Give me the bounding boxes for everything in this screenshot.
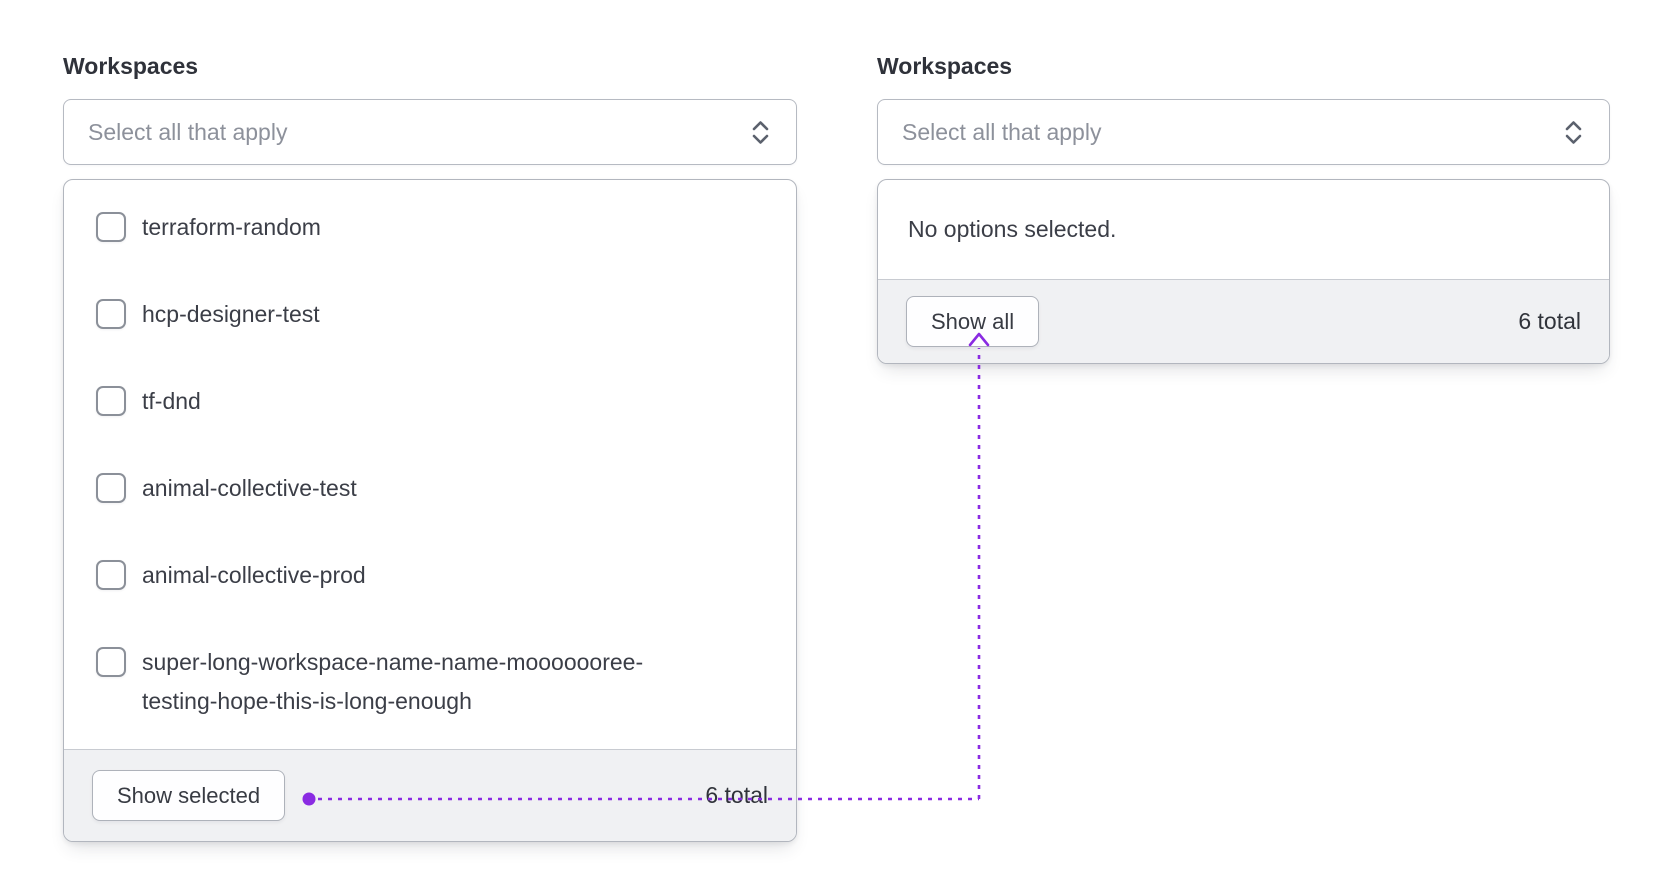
option-label: terraform-random: [142, 214, 321, 240]
dropdown-footer: Show selected 6 total: [64, 749, 796, 841]
empty-state-message: No options selected.: [908, 216, 1117, 242]
workspaces-multiselect-empty: Workspaces Select all that apply No opti…: [877, 52, 1610, 364]
option-label: tf-dnd: [142, 388, 201, 414]
option-checkbox[interactable]: [96, 647, 126, 677]
option-row[interactable]: animal-collective-prod: [64, 532, 796, 619]
option-checkbox[interactable]: [96, 473, 126, 503]
option-checkbox[interactable]: [96, 299, 126, 329]
empty-state: No options selected.: [878, 180, 1609, 279]
selected-options-panel: No options selected. Show all 6 total: [877, 179, 1610, 364]
show-selected-button[interactable]: Show selected: [92, 770, 286, 821]
option-checkbox[interactable]: [96, 386, 126, 416]
option-row[interactable]: terraform-random: [64, 184, 796, 271]
workspaces-label: Workspaces: [877, 53, 1013, 79]
show-all-button[interactable]: Show all: [906, 296, 1040, 347]
option-row[interactable]: hcp-designer-test: [64, 271, 796, 358]
workspaces-label: Workspaces: [63, 53, 199, 79]
option-label: hcp-designer-test: [142, 301, 320, 327]
option-row[interactable]: animal-collective-test: [64, 445, 796, 532]
option-checkbox[interactable]: [96, 212, 126, 242]
option-label: animal-collective-prod: [142, 562, 366, 588]
up-down-chevron-icon: [749, 118, 772, 147]
workspaces-multiselect-open: Workspaces Select all that apply terrafo…: [63, 52, 797, 842]
option-label: animal-collective-test: [142, 475, 357, 501]
options-dropdown-panel: terraform-random hcp-designer-test tf-dn…: [63, 179, 797, 842]
workspaces-select-trigger[interactable]: Select all that apply: [63, 99, 797, 165]
select-placeholder: Select all that apply: [88, 118, 288, 145]
option-list: terraform-random hcp-designer-test tf-dn…: [64, 180, 796, 749]
workspaces-select-trigger[interactable]: Select all that apply: [877, 99, 1610, 165]
up-down-chevron-icon: [1562, 118, 1585, 147]
option-checkbox[interactable]: [96, 560, 126, 590]
option-row[interactable]: super-long-workspace-name-name-moooooore…: [64, 619, 796, 745]
total-count: 6 total: [705, 782, 768, 808]
select-placeholder: Select all that apply: [902, 118, 1102, 145]
option-row[interactable]: tf-dnd: [64, 358, 796, 445]
dropdown-footer: Show all 6 total: [878, 279, 1609, 363]
option-label: super-long-workspace-name-name-moooooore…: [142, 649, 644, 714]
total-count: 6 total: [1518, 308, 1581, 334]
